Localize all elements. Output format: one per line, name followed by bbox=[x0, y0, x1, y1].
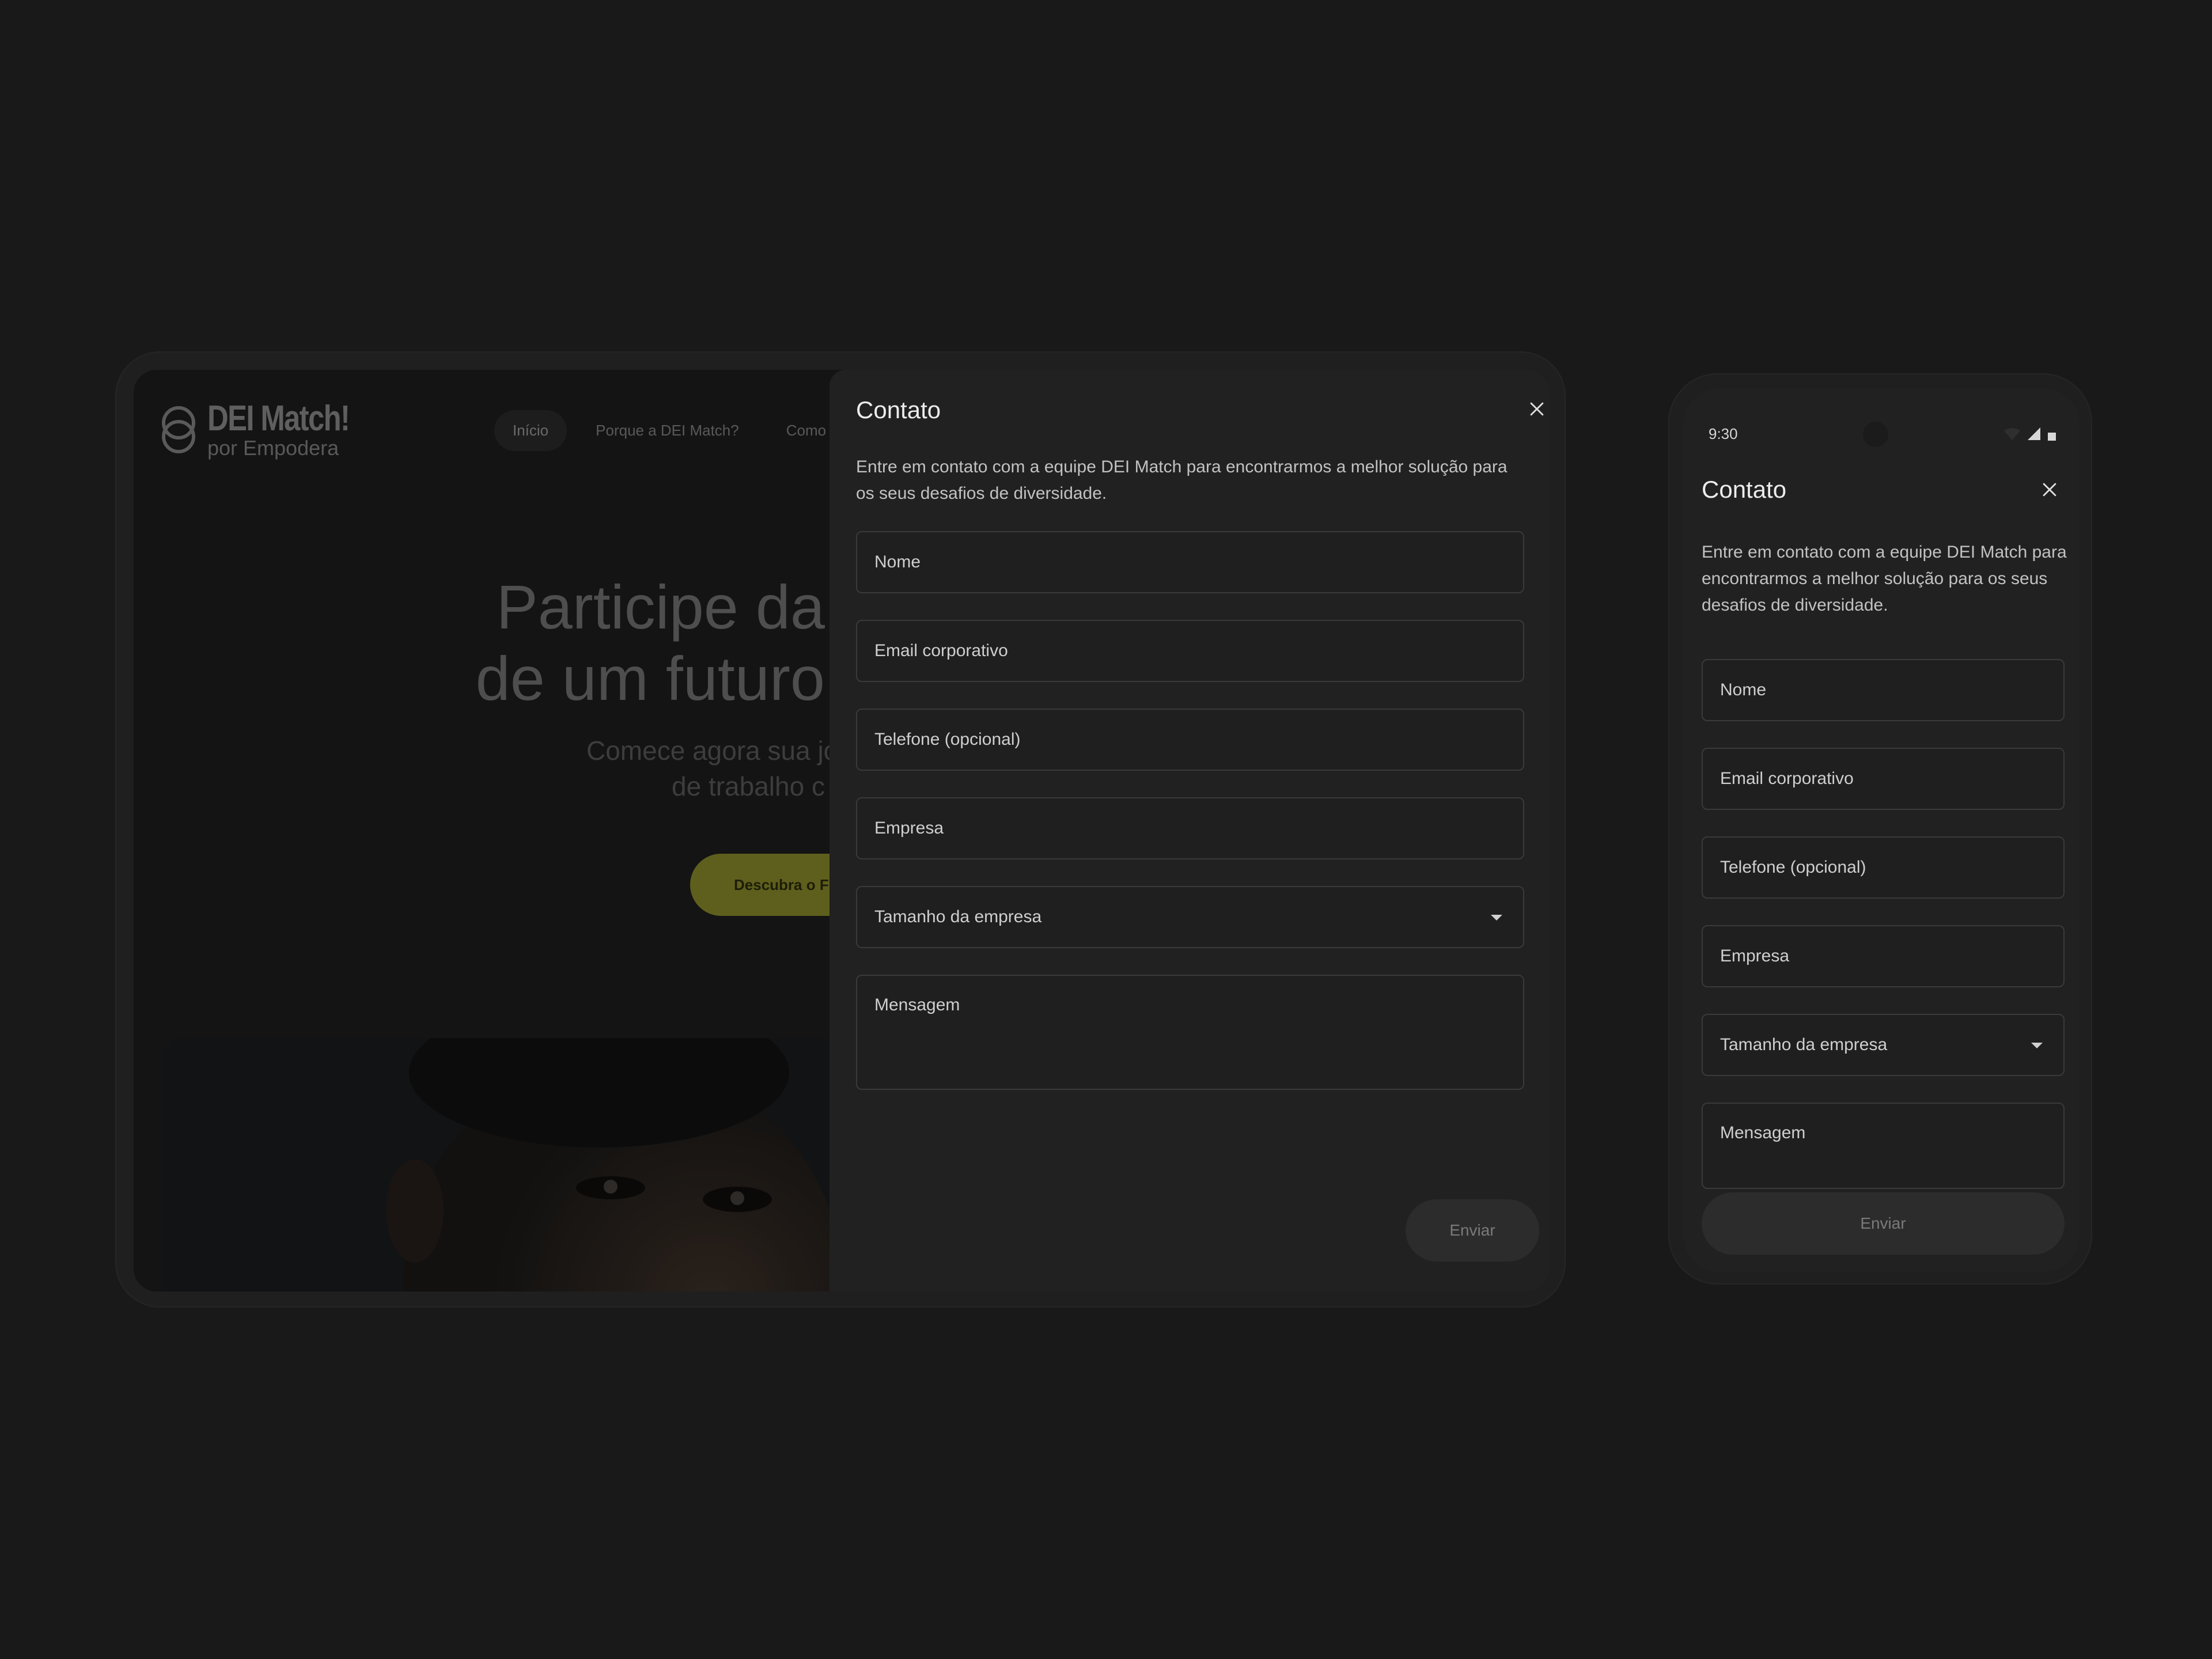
phone-field-label: Telefone (opcional) bbox=[874, 730, 1021, 749]
message-field-label: Mensagem bbox=[1720, 1123, 1806, 1142]
wifi-icon bbox=[2004, 428, 2020, 440]
tablet-screen: DEI Match! por Empodera Início Porque a … bbox=[134, 370, 1550, 1291]
battery-icon bbox=[2048, 433, 2056, 441]
dropdown-arrow-icon bbox=[1491, 915, 1502, 921]
email-field[interactable]: Email corporativo bbox=[1702, 748, 2065, 810]
logo[interactable]: DEI Match! por Empodera bbox=[160, 401, 380, 459]
phone-device: 9:30 Contato Entre em contato com a equi… bbox=[1668, 373, 2092, 1285]
phone-field[interactable]: Telefone (opcional) bbox=[856, 709, 1524, 771]
message-field[interactable]: Mensagem bbox=[1702, 1103, 2065, 1189]
close-icon bbox=[2043, 483, 2056, 497]
signal-icon bbox=[2028, 427, 2040, 440]
email-field-label: Email corporativo bbox=[874, 641, 1008, 660]
logo-title: DEI Match! bbox=[207, 399, 350, 438]
company-field-label: Empresa bbox=[874, 819, 944, 838]
name-field[interactable]: Nome bbox=[1702, 659, 2065, 721]
top-nav: Início Porque a DEI Match? Como f bbox=[494, 410, 831, 451]
hero-photo bbox=[161, 1038, 831, 1291]
phone-screen: 9:30 Contato Entre em contato com a equi… bbox=[1683, 388, 2080, 1272]
status-icons bbox=[2003, 426, 2056, 441]
hero-subtitle-line-1: Comece agora sua jo bbox=[586, 736, 831, 766]
send-button[interactable]: Enviar bbox=[1702, 1192, 2065, 1255]
cta-button[interactable]: Descubra o Fe bbox=[690, 854, 831, 916]
name-field-label: Nome bbox=[874, 552, 921, 571]
logo-rings-icon bbox=[162, 406, 195, 453]
hero-title-line-2: de um futuro bbox=[475, 643, 825, 714]
hero-title: Participe da de um futuro bbox=[134, 571, 825, 714]
message-field[interactable]: Mensagem bbox=[856, 975, 1524, 1090]
logo-subtitle: por Empodera bbox=[207, 436, 339, 460]
close-icon bbox=[1530, 402, 1544, 416]
email-field[interactable]: Email corporativo bbox=[856, 620, 1524, 682]
nav-item-porque[interactable]: Porque a DEI Match? bbox=[577, 410, 757, 451]
close-button[interactable] bbox=[1518, 391, 1550, 427]
name-field-label: Nome bbox=[1720, 680, 1767, 699]
company-field[interactable]: Empresa bbox=[856, 797, 1524, 859]
hero-subtitle-line-2: de trabalho c bbox=[672, 771, 825, 801]
company-size-label: Tamanho da empresa bbox=[874, 907, 1042, 926]
tablet-device: DEI Match! por Empodera Início Porque a … bbox=[115, 351, 1566, 1308]
company-field-label: Empresa bbox=[1720, 946, 1790, 965]
company-size-select[interactable]: Tamanho da empresa bbox=[1702, 1014, 2065, 1076]
camera-cutout bbox=[1863, 422, 1888, 447]
modal-description: Entre em contato com a equipe DEI Match … bbox=[856, 457, 1508, 503]
dropdown-arrow-icon bbox=[2031, 1043, 2043, 1048]
close-button[interactable] bbox=[2031, 471, 2068, 508]
hero-title-line-1: Participe da bbox=[496, 572, 825, 642]
phone-field[interactable]: Telefone (opcional) bbox=[1702, 836, 2065, 899]
modal-description: Entre em contato com a equipe DEI Match … bbox=[1702, 543, 2067, 615]
company-size-label: Tamanho da empresa bbox=[1720, 1035, 1888, 1054]
phone-field-label: Telefone (opcional) bbox=[1720, 858, 1866, 877]
send-button[interactable]: Enviar bbox=[1406, 1199, 1539, 1262]
modal-title: Contato bbox=[1702, 476, 1787, 503]
company-size-select[interactable]: Tamanho da empresa bbox=[856, 886, 1524, 948]
status-time: 9:30 bbox=[1709, 425, 1738, 442]
website-background: DEI Match! por Empodera Início Porque a … bbox=[134, 370, 831, 1291]
company-field[interactable]: Empresa bbox=[1702, 925, 2065, 987]
nav-item-como[interactable]: Como f bbox=[768, 410, 831, 451]
contact-modal-tablet: Contato Entre em contato com a equipe DE… bbox=[830, 370, 1550, 1291]
hero-photo-illustration bbox=[161, 1038, 831, 1291]
message-field-label: Mensagem bbox=[874, 995, 960, 1014]
email-field-label: Email corporativo bbox=[1720, 769, 1854, 788]
nav-item-inicio[interactable]: Início bbox=[494, 410, 567, 451]
name-field[interactable]: Nome bbox=[856, 531, 1524, 593]
modal-title: Contato bbox=[856, 396, 941, 423]
